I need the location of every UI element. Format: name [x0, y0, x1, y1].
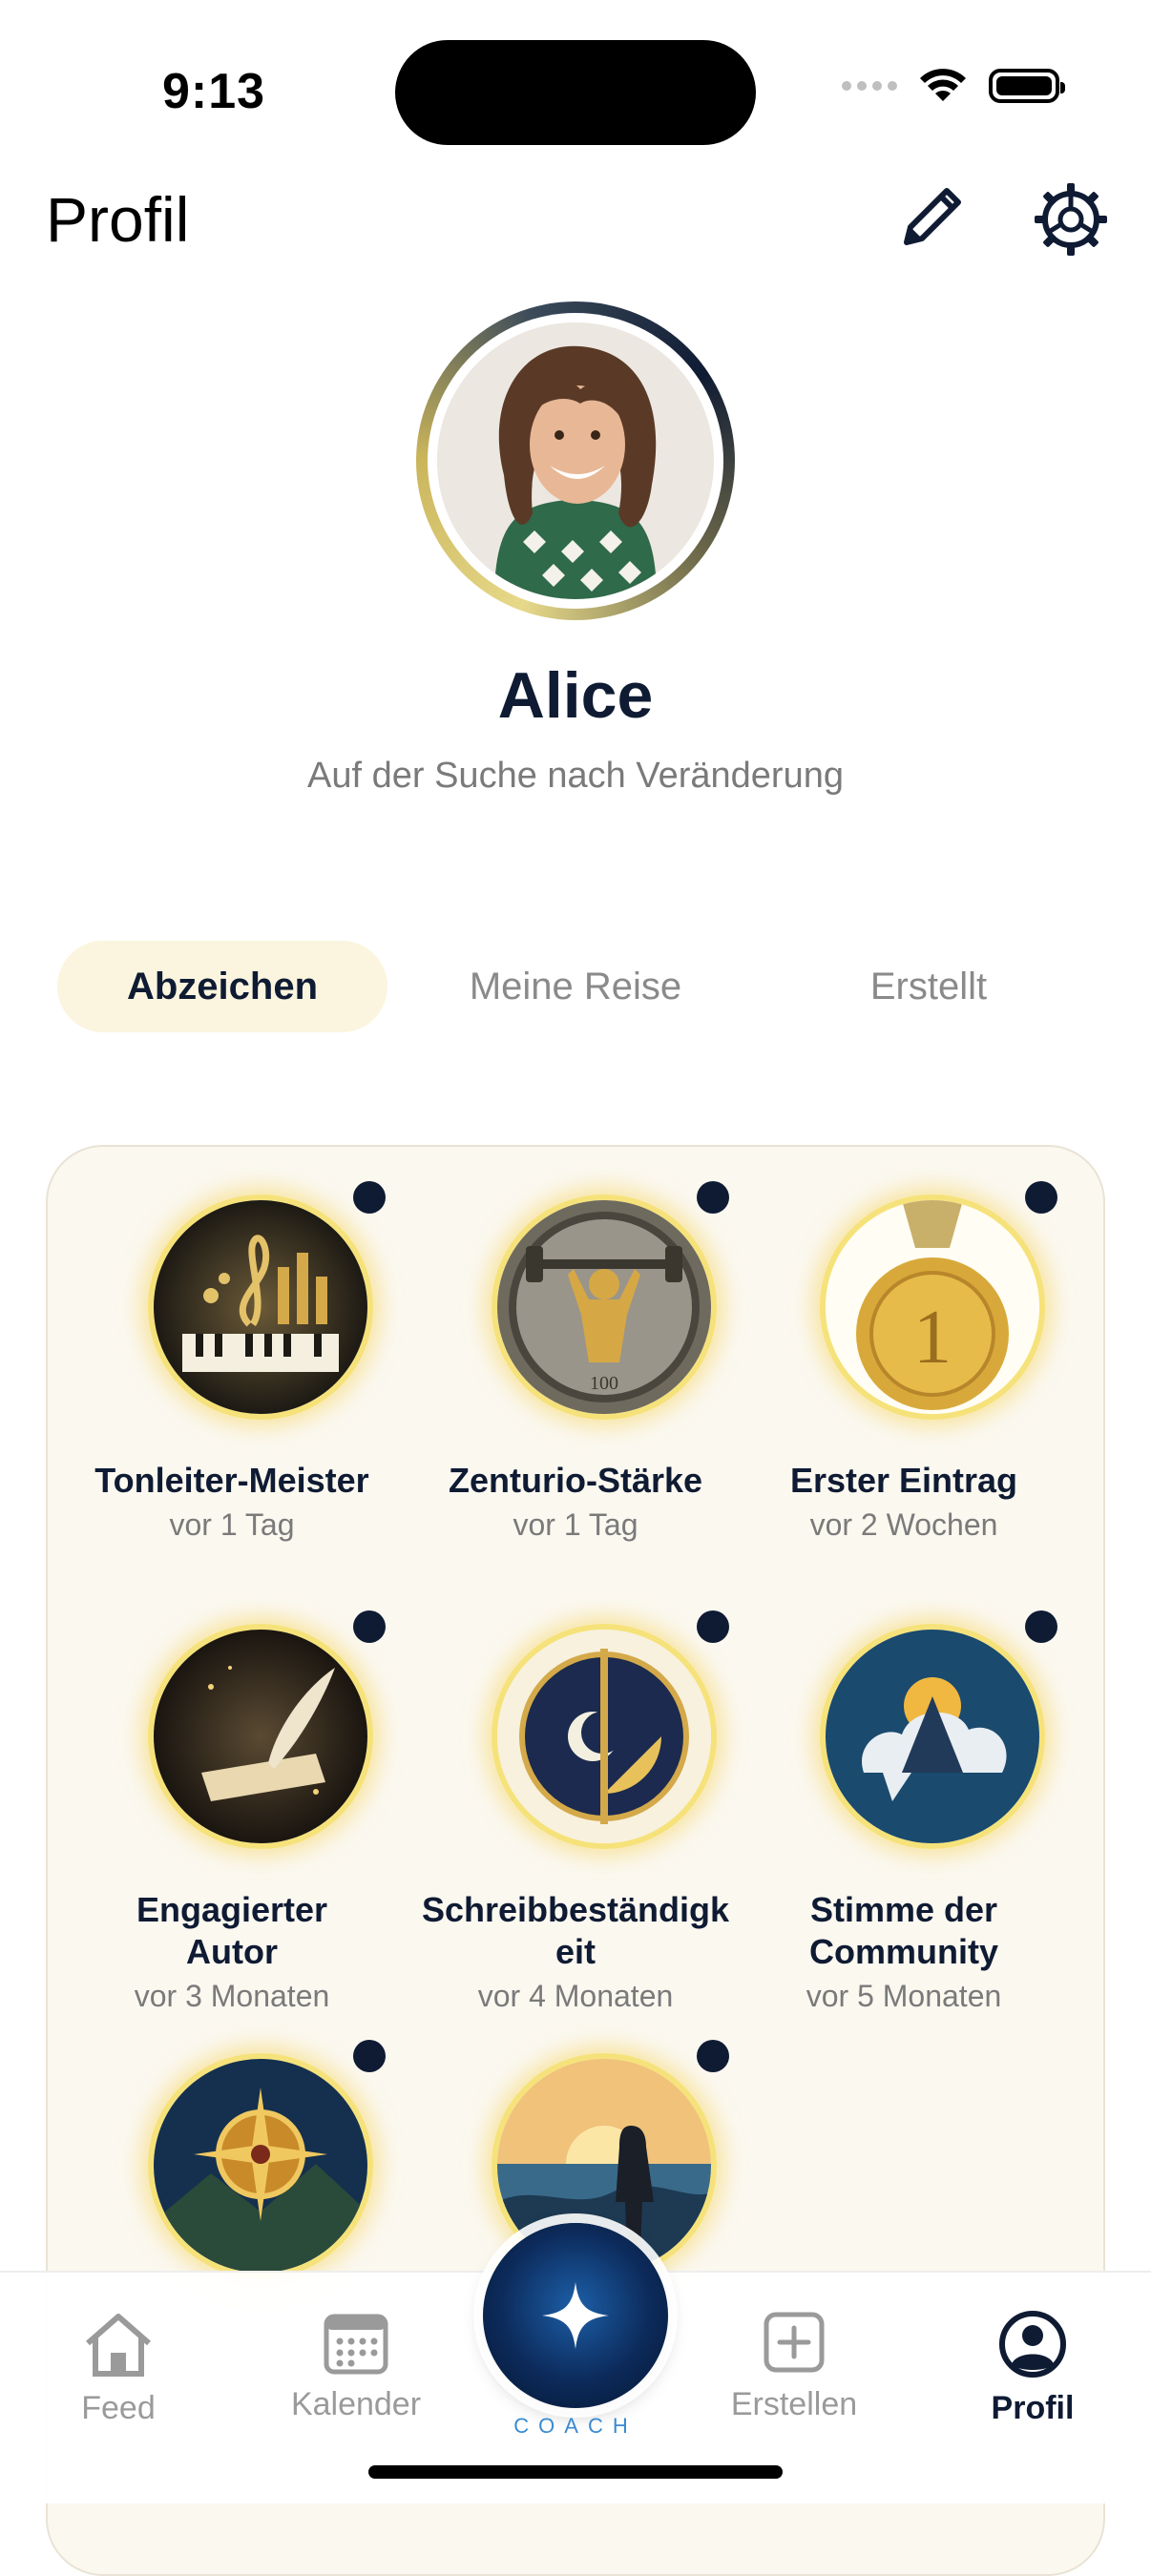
svg-text:1: 1: [913, 1296, 952, 1380]
nav-profile[interactable]: Profil: [947, 2309, 1119, 2427]
edit-profile-button[interactable]: [893, 179, 970, 256]
new-indicator-dot: [1025, 1181, 1057, 1214]
page-title: Profil: [46, 184, 190, 255]
profile-bio: Auf der Suche nach Veränderung: [307, 756, 844, 796]
badge-name: Zenturio-Stärke: [448, 1461, 703, 1500]
wifi-icon: [920, 69, 966, 101]
avatar-photo: [437, 322, 714, 599]
badge-name: Stimme der Community: [809, 1890, 998, 1971]
tab-my-journey[interactable]: Meine Reise: [410, 941, 741, 1032]
svg-text:100: 100: [590, 1373, 618, 1394]
calendar-icon: [324, 2314, 388, 2375]
cellular-signal-icon: [842, 81, 897, 91]
badge-date: vor 3 Monaten: [134, 1979, 330, 2013]
nav-create-label: Erstellen: [730, 2386, 858, 2422]
dynamic-island: [395, 40, 756, 145]
new-indicator-dot: [697, 1610, 729, 1643]
battery-icon: [989, 69, 1065, 103]
badge-date: vor 1 Tag: [169, 1507, 295, 1542]
new-indicator-dot: [353, 1181, 386, 1214]
tab-badges[interactable]: Abzeichen: [57, 941, 387, 1032]
profile-icon: [999, 2311, 1066, 2378]
home-indicator: [368, 2465, 783, 2479]
gold-medal-1-badge-icon: 1: [820, 1195, 1045, 1420]
pen-moon-sun-badge-icon: [492, 1624, 717, 1849]
sparkle-icon: [542, 2282, 609, 2349]
badge-date: vor 4 Monaten: [477, 1979, 674, 2013]
home-icon: [86, 2314, 151, 2377]
new-indicator-dot: [353, 1610, 386, 1643]
settings-button[interactable]: [1031, 179, 1111, 260]
badge-date: vor 5 Monaten: [806, 1979, 1002, 2013]
avatar[interactable]: [416, 301, 735, 620]
compass-mountains-badge-icon: [148, 2053, 373, 2278]
nav-create[interactable]: Erstellen: [708, 2309, 880, 2423]
badge-name: Erster Eintrag: [789, 1461, 1018, 1500]
nav-feed[interactable]: Feed: [32, 2309, 204, 2427]
pencil-icon: [904, 188, 961, 245]
new-indicator-dot: [697, 2040, 729, 2072]
new-indicator-dot: [1025, 1610, 1057, 1643]
gear-icon: [1035, 183, 1107, 256]
nav-profile-label: Profil: [991, 2390, 1075, 2426]
status-indicators: [842, 67, 1065, 105]
badge-date: vor 2 Wochen: [809, 1507, 998, 1542]
quill-scroll-badge-icon: [148, 1624, 373, 1849]
nav-calendar-label: Kalender: [290, 2386, 422, 2422]
badge-name: Schreibbeständigkeit: [421, 1890, 730, 1971]
weightlifter-100-coin-badge-icon: 100: [492, 1195, 717, 1420]
new-indicator-dot: [353, 2040, 386, 2072]
badge-date: vor 1 Tag: [513, 1507, 638, 1542]
treble-clef-piano-badge-icon: [148, 1195, 373, 1420]
tab-created[interactable]: Erstellt: [764, 941, 1094, 1032]
new-indicator-dot: [697, 1181, 729, 1214]
nav-feed-label: Feed: [81, 2390, 156, 2426]
coach-label: COACH: [513, 2414, 638, 2438]
coach-button[interactable]: [483, 2223, 668, 2408]
plus-square-icon: [764, 2312, 825, 2373]
profile-name: Alice: [497, 659, 654, 732]
speech-bubble-mountains-badge-icon: [820, 1624, 1045, 1849]
status-time: 9:13: [162, 64, 266, 119]
badge-name: Tonleiter-Meister: [94, 1461, 369, 1500]
nav-calendar[interactable]: Kalender: [270, 2309, 442, 2423]
badge-name: Engagierter Autor: [136, 1890, 328, 1971]
